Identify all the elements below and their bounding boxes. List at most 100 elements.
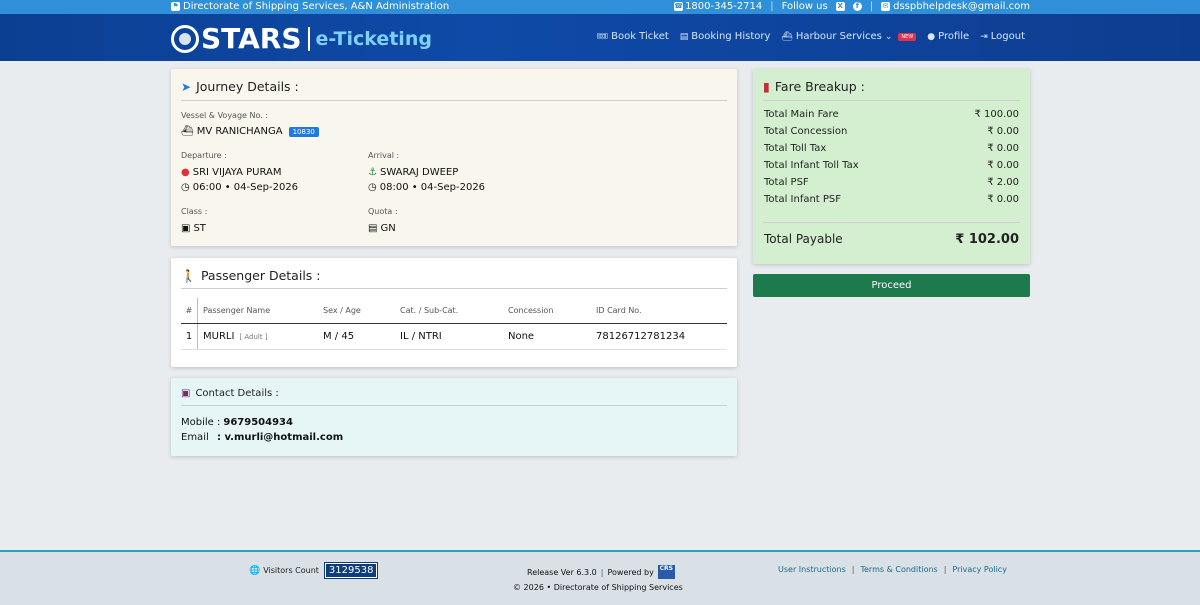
fare-label: Total Infant PSF (764, 194, 842, 205)
divider (181, 100, 727, 101)
arrival-label: Arrival : (368, 151, 400, 160)
total-value: ₹ 102.00 (955, 232, 1019, 247)
x-icon[interactable]: X (835, 2, 845, 11)
fare-row: Total Infant PSF ₹ 0.00 (764, 194, 1019, 205)
nav-harbour-services[interactable]: ⛴ Harbour Services ⌄ NEW (781, 31, 917, 42)
privacy-policy-link[interactable]: Privacy Policy (952, 565, 1007, 574)
clock-icon: ◷ (368, 182, 377, 193)
col-concession: Concession (508, 306, 554, 315)
vessel-label: Vessel & Voyage No. : (181, 111, 269, 120)
receipt-icon: ▮ (763, 79, 770, 94)
anchor-icon: ⚓ (368, 167, 377, 178)
departure-place: ● SRI VIJAYA PURAM (181, 167, 282, 178)
user-icon: ● (927, 31, 936, 42)
nav-book-ticket[interactable]: 🎟 Book Ticket (597, 31, 669, 42)
fare-value: ₹ 2.00 (987, 177, 1019, 188)
class-label: Class : (181, 207, 208, 216)
email-row: Email : v.murli@hotmail.com (181, 432, 343, 443)
powered-by: Powered by (607, 567, 654, 577)
arrival-place-text: SWARAJ DWEEP (379, 167, 459, 178)
total-payable-row: Total Payable ₹ 102.00 (764, 232, 1019, 247)
terms-link[interactable]: Terms & Conditions (860, 565, 937, 574)
helpline[interactable]: ☎ 1800-345-2714 (674, 1, 762, 12)
contact-title: ▣ Contact Details : (181, 388, 279, 399)
class-text: ST (193, 223, 206, 234)
journey-title: ➤ Journey Details : (181, 79, 299, 94)
table-header: # Passenger Name Sex / Age Cat. / Sub-Ca… (181, 298, 727, 324)
nav-label: Harbour Services (795, 31, 882, 42)
map-pin-icon: ● (181, 167, 190, 178)
quota-text: GN (380, 223, 396, 234)
sex-age: M / 45 (323, 331, 355, 342)
divider (763, 222, 1020, 223)
fare-title-text: Fare Breakup : (774, 79, 865, 94)
fare-value: ₹ 0.00 (987, 160, 1019, 171)
fare-label: Total Concession (764, 126, 848, 137)
navigation-arrow-icon: ➤ (181, 79, 192, 94)
passenger-table: # Passenger Name Sex / Age Cat. / Sub-Ca… (181, 298, 727, 350)
nav-profile[interactable]: ● Profile (927, 31, 969, 42)
id-badge-icon: ▤ (368, 223, 378, 234)
release-version: Release Ver 6.3.0 (527, 567, 597, 577)
divider (181, 405, 727, 406)
contact-card-icon: ▣ (181, 388, 191, 399)
visitors-counter: 🌐 Visitors Count 3129538 (249, 562, 379, 579)
fare-row: Total Toll Tax ₹ 0.00 (764, 143, 1019, 154)
org-name: Directorate of Shipping Services, A&N Ad… (183, 1, 450, 12)
brand-logo[interactable]: STARS e-Ticketing (171, 22, 432, 55)
voyage-badge: 10830 (288, 126, 319, 137)
fare-row: Total PSF ₹ 2.00 (764, 177, 1019, 188)
user-instructions-link[interactable]: User Instructions (778, 565, 846, 574)
link-separator: | (851, 565, 855, 574)
col-id-card: ID Card No. (596, 306, 642, 315)
arrival-time: ◷ 08:00 • 04-Sep-2026 (368, 182, 485, 193)
quota-value: ▤ GN (368, 223, 396, 234)
contact-details-card: ▣ Contact Details : Mobile : 9679504934 E… (171, 378, 737, 456)
fare-label: Total Infant Toll Tax (764, 160, 859, 171)
passenger-title: 🚶 Passenger Details : (181, 268, 320, 283)
phone-icon: ☎ (674, 2, 684, 11)
quota-label: Quota : (368, 207, 398, 216)
journey-title-text: Journey Details : (196, 79, 299, 94)
passenger-title-text: Passenger Details : (200, 268, 321, 283)
brand-subtitle: e-Ticketing (315, 27, 432, 50)
footer-links: User Instructions | Terms & Conditions |… (778, 565, 1007, 574)
stars-emblem-icon (171, 24, 199, 53)
email-link[interactable]: ✉ dsspbhelpdesk@gmail.com (881, 1, 1030, 12)
clock-icon: ◷ (181, 182, 190, 193)
copy-icon: ▣ (181, 223, 191, 234)
walking-person-icon: 🚶 (181, 268, 196, 283)
vessel-value: ⛴ MV RANICHANGA 10830 (181, 126, 319, 137)
nav-logout[interactable]: ⇥ Logout (980, 31, 1025, 42)
fare-row: Total Main Fare ₹ 100.00 (764, 109, 1019, 120)
mobile-label: Mobile : (181, 417, 221, 428)
proceed-button[interactable]: Proceed (753, 274, 1030, 297)
col-category: Cat. / Sub-Cat. (400, 306, 459, 315)
main-header: STARS e-Ticketing 🎟 Book Ticket ▤ Booking … (0, 14, 1200, 61)
concession: None (508, 331, 535, 342)
mobile-row: Mobile : 9679504934 (181, 417, 293, 428)
nav-label: Book Ticket (611, 31, 669, 42)
divider (763, 100, 1020, 101)
visitors-count: 3129538 (323, 562, 379, 579)
col-passenger-name: Passenger Name (197, 298, 323, 323)
category: IL / NTRI (400, 331, 442, 342)
facebook-icon[interactable]: f (852, 2, 862, 11)
logo-divider (307, 26, 310, 51)
fare-value: ₹ 0.00 (987, 126, 1019, 137)
globe-icon: 🌐 (249, 565, 261, 576)
divider (181, 288, 727, 289)
main-nav: 🎟 Book Ticket ▤ Booking History ⛴ Harbour S… (597, 31, 1025, 42)
total-label: Total Payable (764, 232, 843, 246)
passenger-name: MURLI (203, 331, 235, 342)
passenger-type: [ Adult ] (239, 332, 268, 341)
id-card-number: 78126712781234 (596, 331, 686, 342)
nav-booking-history[interactable]: ▤ Booking History (680, 31, 771, 42)
copyright: © 2026 • Directorate of Shipping Service… (513, 583, 683, 592)
link-separator: | (943, 565, 947, 574)
brand-name: STARS (201, 22, 302, 55)
email-label: Email (181, 432, 209, 443)
footer: 🌐 Visitors Count 3129538 Release Ver 6.3… (0, 550, 1200, 605)
release-info: Release Ver 6.3.0 | Powered by CRS (527, 565, 675, 579)
fare-row: Total Concession ₹ 0.00 (764, 126, 1019, 137)
